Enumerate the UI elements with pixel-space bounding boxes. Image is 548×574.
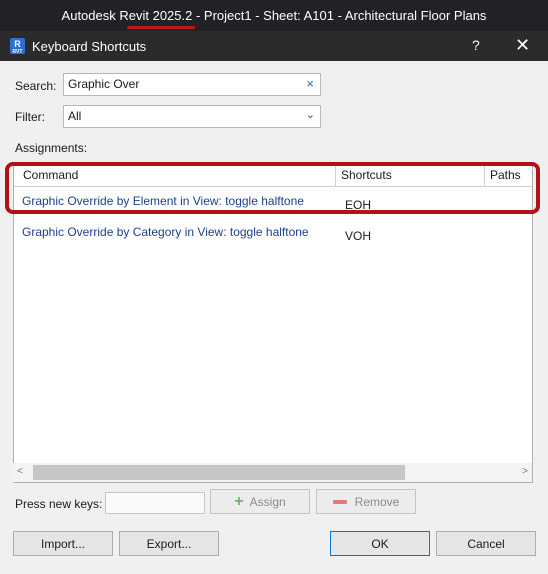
press-keys-label: Press new keys: xyxy=(15,497,103,511)
search-value: Graphic Over xyxy=(68,77,140,91)
import-button[interactable]: Import... xyxy=(13,531,113,556)
remove-button[interactable]: Remove xyxy=(316,489,416,514)
search-input[interactable]: Graphic Over × xyxy=(63,73,321,96)
table-row[interactable]: Graphic Override by Category in View: to… xyxy=(14,218,532,248)
help-button[interactable]: ? xyxy=(472,37,480,53)
assignments-label: Assignments: xyxy=(15,141,88,155)
plus-icon: + xyxy=(234,492,244,510)
scrollbar-thumb[interactable] xyxy=(33,465,405,480)
highlight-annotation xyxy=(5,162,540,214)
minus-icon xyxy=(332,499,347,504)
version-underline xyxy=(127,26,195,29)
keyboard-shortcuts-dialog: R RVT Keyboard Shortcuts ? ✕ Search: Grap… xyxy=(0,31,548,574)
filter-label: Filter: xyxy=(15,110,45,124)
horizontal-scrollbar[interactable]: < > xyxy=(13,463,532,482)
search-label: Search: xyxy=(15,79,57,93)
app-title: Autodesk Revit 2025.2 - Project1 - Sheet… xyxy=(61,8,487,23)
scroll-right-icon[interactable]: > xyxy=(522,466,528,477)
ok-button[interactable]: OK xyxy=(330,531,430,556)
clear-search-icon[interactable]: × xyxy=(306,76,314,91)
filter-value: All xyxy=(68,109,82,123)
cancel-button[interactable]: Cancel xyxy=(436,531,536,556)
dialog-title: Keyboard Shortcuts xyxy=(32,39,147,54)
close-button[interactable]: ✕ xyxy=(515,35,530,56)
assign-button[interactable]: + Assign xyxy=(210,489,310,514)
press-keys-input[interactable] xyxy=(105,492,205,514)
dialog-titlebar: R RVT Keyboard Shortcuts ? ✕ xyxy=(0,31,548,61)
revit-app-icon: R RVT xyxy=(10,38,25,55)
app-titlebar: Autodesk Revit 2025.2 - Project1 - Sheet… xyxy=(0,0,548,31)
scroll-left-icon[interactable]: < xyxy=(17,466,23,477)
export-button[interactable]: Export... xyxy=(119,531,219,556)
command-cell: Graphic Override by Category in View: to… xyxy=(22,225,309,239)
filter-dropdown[interactable]: All ⌄ xyxy=(63,105,321,128)
chevron-down-icon: ⌄ xyxy=(305,109,315,121)
shortcut-cell: VOH xyxy=(345,229,372,243)
